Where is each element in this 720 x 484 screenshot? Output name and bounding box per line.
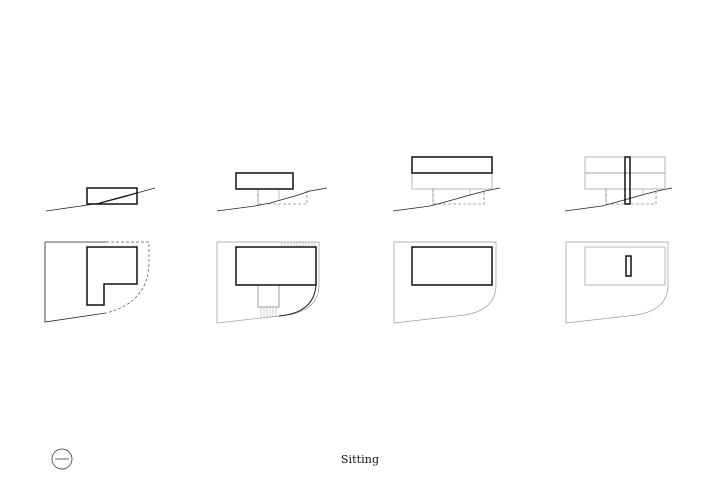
lower-volume (411, 172, 493, 190)
panel-1-section (45, 187, 156, 212)
building-section (411, 156, 493, 174)
excavation-outline (257, 189, 308, 205)
support-columns (432, 189, 471, 205)
panel-3 (392, 156, 501, 324)
panel-2-plan (216, 241, 320, 324)
site-boundary (393, 241, 497, 324)
l-shaped-building-plan (86, 246, 138, 306)
vertical-element-section (624, 156, 631, 205)
site-boundary (565, 241, 669, 324)
building-section (235, 172, 294, 190)
support-columns (257, 189, 280, 205)
panel-1 (44, 187, 156, 323)
excavation-outline (605, 189, 657, 205)
excavation-outline (432, 189, 485, 205)
building-plan (235, 246, 317, 286)
cut-line (99, 192, 138, 204)
building-section (86, 187, 138, 205)
site-boundary (216, 241, 320, 324)
terrain-profile (216, 187, 328, 212)
terrain-profile (45, 187, 156, 212)
hatch-strip-bottom (260, 307, 277, 317)
vertical-element-plan (625, 255, 632, 277)
site-boundary-proposed (105, 241, 150, 314)
excavation-outline (118, 193, 138, 205)
site-boundary (44, 241, 107, 323)
panel-4 (564, 156, 673, 324)
core-footprint (257, 284, 280, 308)
building-plan-faded (584, 246, 666, 286)
panel-4-section (564, 156, 673, 212)
panel-1-plan (44, 241, 150, 323)
curved-edge (278, 284, 317, 317)
site-diagram-canvas (44, 156, 673, 470)
panel-3-plan (393, 241, 497, 324)
panel-2 (216, 172, 328, 324)
panel-2-section (216, 172, 328, 212)
panel-3-section (392, 156, 501, 212)
building-plan (411, 246, 493, 286)
site-diagram-sheet: Sitting (0, 0, 720, 480)
figure-caption: Sitting (340, 453, 380, 466)
panel-4-plan (565, 241, 669, 324)
